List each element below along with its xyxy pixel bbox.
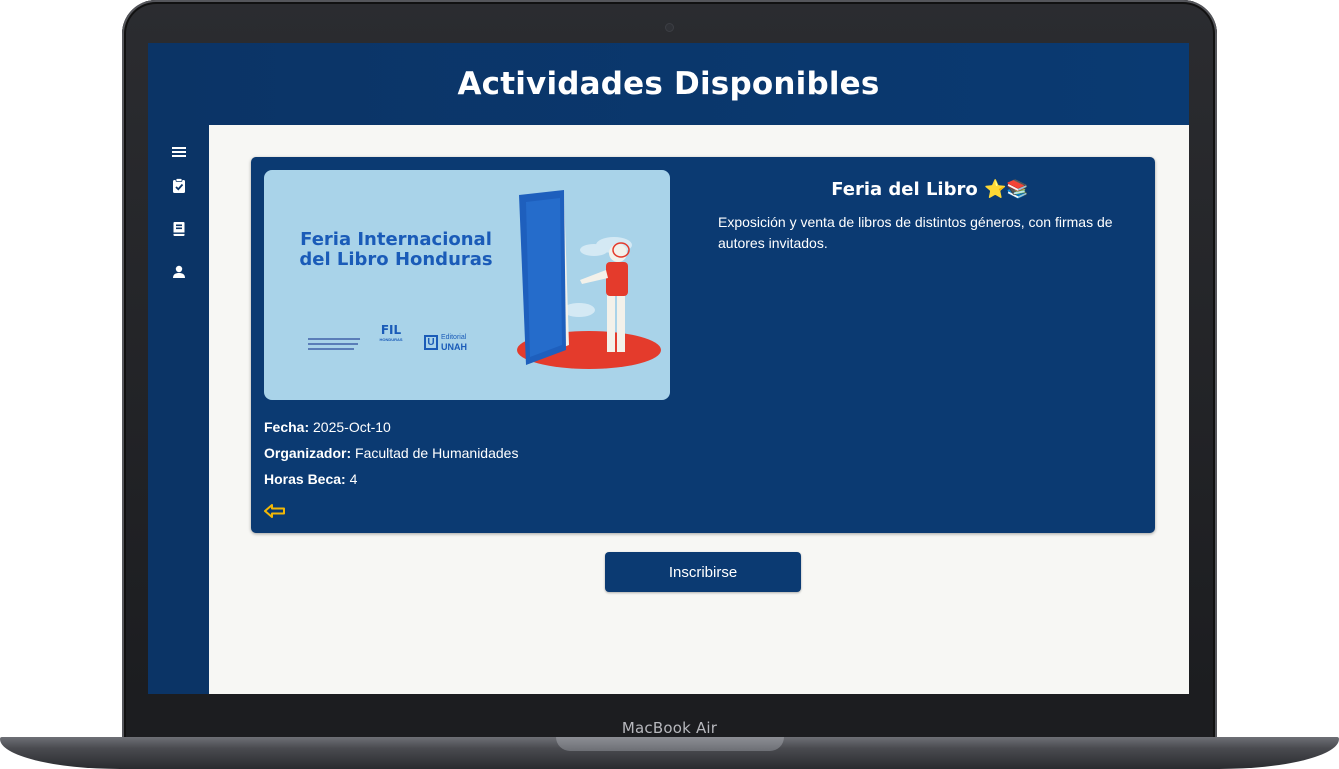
laptop-notch	[556, 737, 784, 751]
book-icon[interactable]	[170, 220, 188, 238]
back-arrow-icon[interactable]	[263, 503, 287, 519]
page-title: Actividades Disponibles	[457, 66, 880, 102]
activity-description: Exposición y venta de libros de distinto…	[718, 214, 1113, 251]
user-icon[interactable]	[170, 263, 188, 281]
image-heading-line1: Feria Internacional	[300, 229, 492, 250]
enroll-button[interactable]: Inscribirse	[605, 552, 801, 592]
logo-editorial-unah: U Editorial UNAH	[424, 334, 484, 356]
logo-fil-sub: HONDURAS	[379, 337, 403, 342]
main-content: Feria Internacional del Libro Honduras F…	[209, 125, 1189, 694]
logo-editorial-mark: U	[424, 335, 438, 350]
image-heading: Feria Internacional del Libro Honduras	[264, 230, 528, 270]
organizador-value: Facultad de Humanidades	[355, 445, 519, 461]
device-brand-label: MacBook Air	[621, 719, 718, 737]
app-header: Actividades Disponibles	[148, 43, 1189, 125]
logo-editorial-line1: Editorial	[441, 334, 467, 341]
horas-beca-value: 4	[349, 471, 358, 487]
activity-title: Feria del Libro ⭐📚	[831, 179, 1029, 200]
menu-icon[interactable]	[170, 143, 188, 161]
fecha-label: Fecha:	[264, 419, 310, 435]
logo-fil: FIL HONDURAS	[374, 323, 408, 343]
clipboard-check-icon[interactable]	[170, 177, 188, 195]
image-heading-line2: del Libro Honduras	[299, 249, 493, 270]
activity-card: Feria Internacional del Libro Honduras F…	[251, 157, 1155, 533]
horas-beca-row: Horas Beca: 4	[264, 471, 357, 487]
sidebar	[148, 125, 209, 694]
fecha-row: Fecha: 2025-Oct-10	[264, 419, 391, 435]
logo-unah-humanidades	[308, 334, 366, 350]
organizador-label: Organizador:	[264, 445, 352, 461]
activity-image: Feria Internacional del Libro Honduras F…	[264, 170, 670, 400]
organizador-row: Organizador: Facultad de Humanidades	[264, 445, 518, 461]
camera-icon	[666, 24, 673, 31]
screen: Actividades Disponibles Feria Internacio…	[148, 43, 1189, 694]
fecha-value: 2025-Oct-10	[313, 419, 391, 435]
logo-editorial-line2: UNAH	[441, 342, 467, 352]
horas-beca-label: Horas Beca:	[264, 471, 346, 487]
logo-fil-text: FIL	[380, 323, 402, 337]
